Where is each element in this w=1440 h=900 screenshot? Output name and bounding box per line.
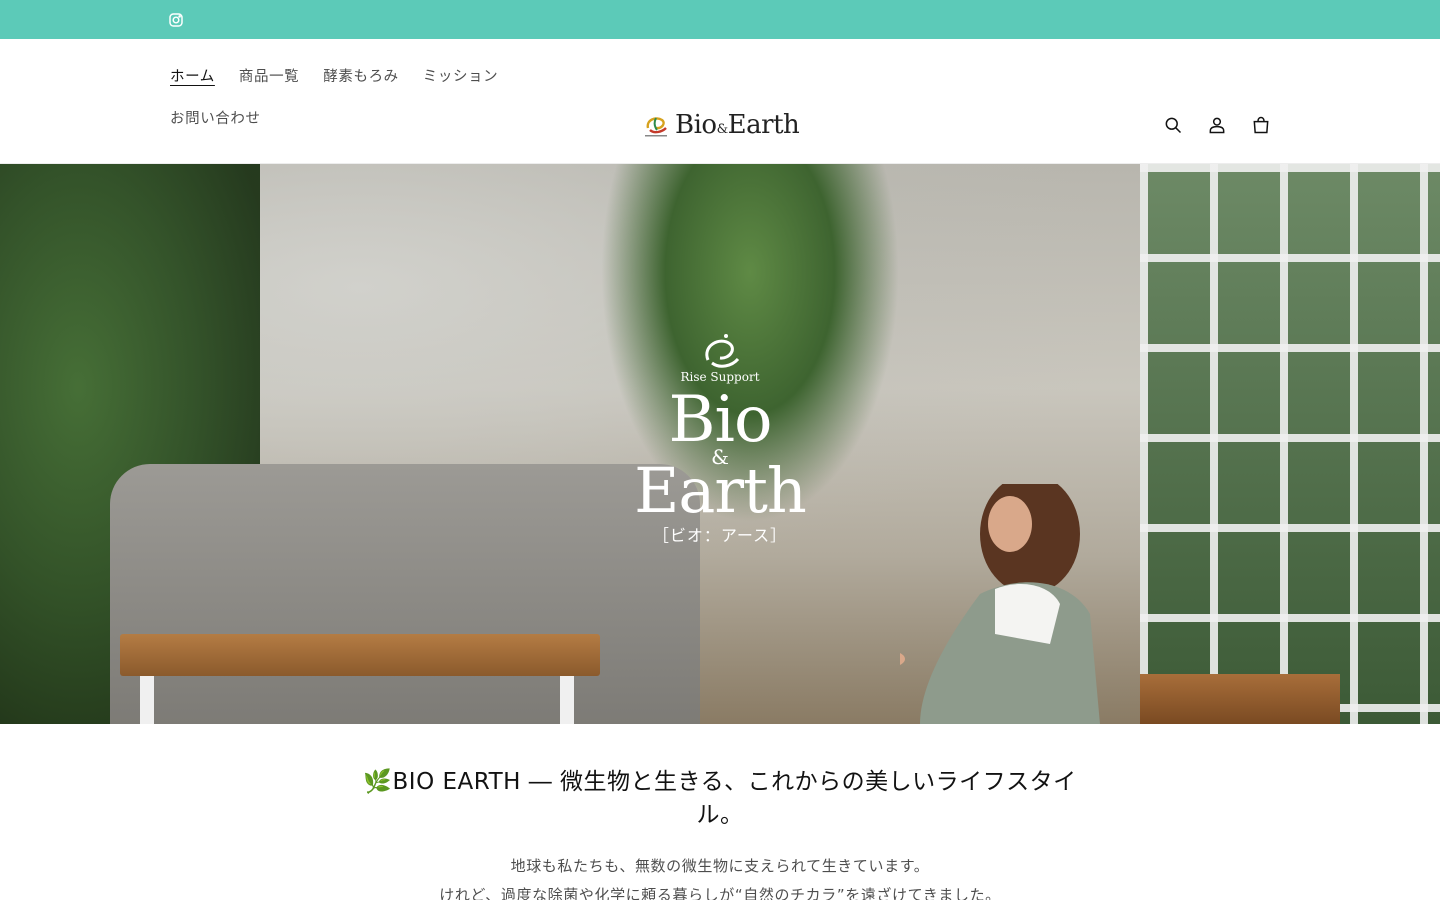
nav-item-products[interactable]: 商品一覧 [239, 65, 299, 89]
nav-item-home[interactable]: ホーム [170, 65, 215, 89]
logo-text: Bio&Earth [675, 110, 800, 140]
rise-support-mark-icon [705, 334, 740, 368]
hero-bench [120, 634, 600, 676]
account-icon[interactable] [1206, 114, 1228, 136]
cart-icon[interactable] [1250, 114, 1272, 136]
nav-item-mission[interactable]: ミッション [423, 65, 499, 89]
search-icon[interactable] [1162, 114, 1184, 136]
instagram-icon[interactable] [167, 11, 185, 29]
nav-item-contact[interactable]: お問い合わせ [170, 107, 261, 131]
announcement-bar [0, 0, 1440, 39]
intro-text-line: 地球も私たちも、無数の微生物に支えられて生きています。 [510, 857, 930, 875]
nav-item-enzyme-moromi[interactable]: 酵素もろみ [323, 65, 399, 89]
intro-heading: 🌿BIO EARTH ― 微生物と生きる、これからの美しいライフスタイル。 [363, 769, 1077, 828]
hero-brand-logo: Rise Support Bio & Earth ［ビオ：アース］ [600, 332, 840, 546]
hero-woman-figure [900, 484, 1100, 724]
hero-bench-leg [560, 676, 574, 724]
hero-banner: Rise Support Bio & Earth ［ビオ：アース］ [0, 164, 1440, 724]
header-actions [1162, 114, 1272, 136]
site-header: ホーム 商品一覧 酵素もろみ ミッション お問い合わせ Bio&Earth [0, 39, 1440, 164]
main-nav: ホーム 商品一覧 酵素もろみ ミッション お問い合わせ [170, 65, 530, 131]
intro-text-line: けれど、過度な除菌や化学に頼る暮らしが“自然のチカラ”を遠ざけてきました。 [439, 886, 1001, 900]
hero-logo-bio: Bio [668, 383, 772, 457]
logo-mark-icon [645, 117, 667, 137]
hero-logo-subtitle: Rise Support [680, 370, 760, 384]
hero-logo-earth: Earth [634, 454, 807, 527]
intro-section: 🌿BIO EARTH ― 微生物と生きる、これからの美しいライフスタイル。 地球… [0, 724, 1440, 900]
site-logo[interactable]: Bio&Earth [642, 110, 800, 140]
hero-bench-leg [140, 676, 154, 724]
